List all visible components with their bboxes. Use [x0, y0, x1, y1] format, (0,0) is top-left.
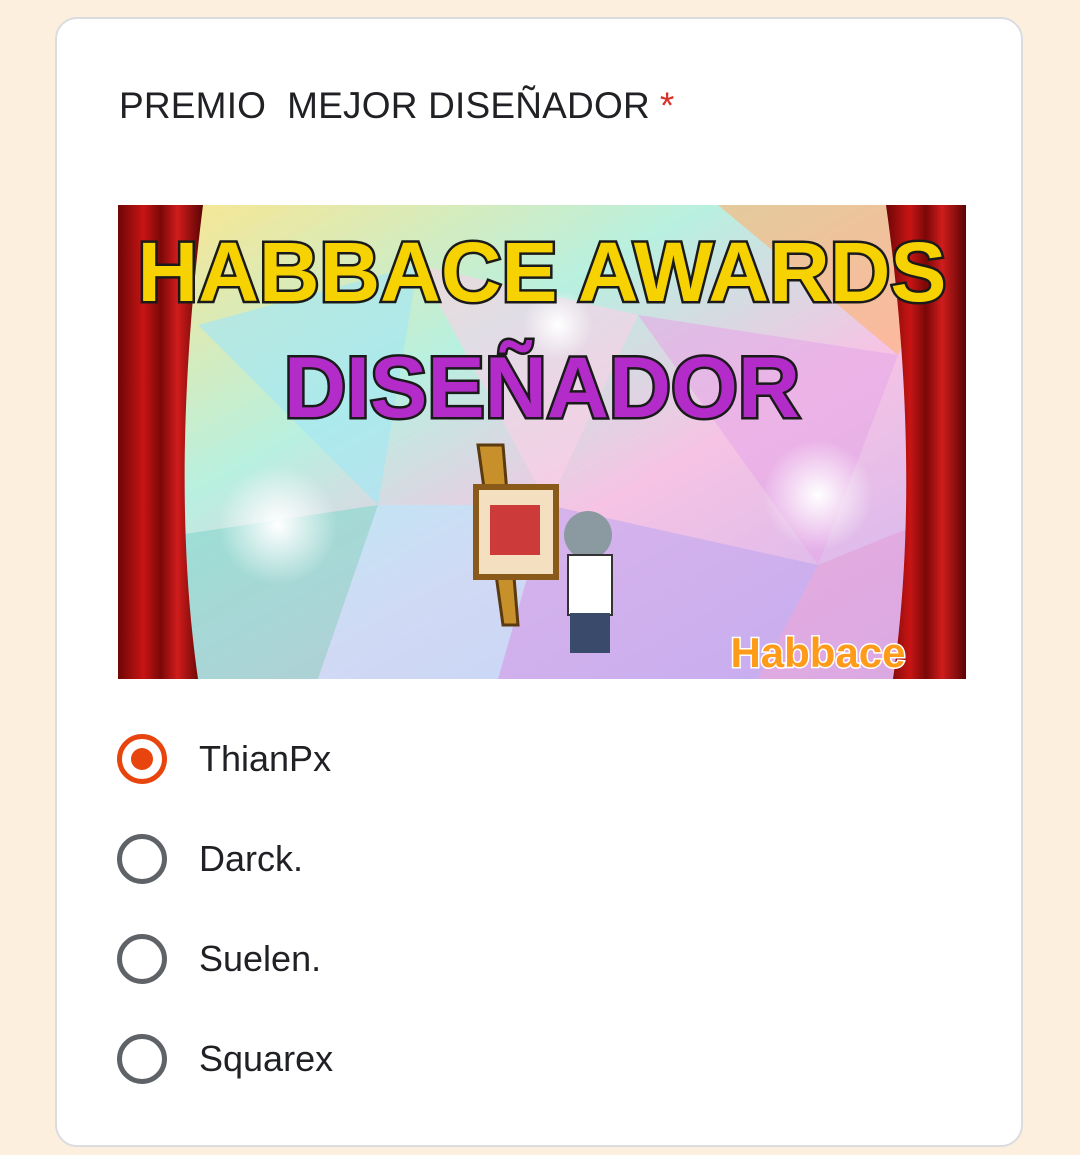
option-squarex[interactable]: Squarex	[117, 1009, 917, 1109]
radio-button[interactable]	[117, 934, 167, 984]
option-label: Darck.	[199, 838, 304, 879]
radio-dot	[131, 748, 153, 770]
option-suelen[interactable]: Suelen.	[117, 909, 917, 1009]
option-label: Suelen.	[199, 938, 322, 979]
question-title: PREMIO MEJOR DISEÑADOR *	[119, 85, 674, 127]
option-label: Squarex	[199, 1038, 334, 1079]
radio-button[interactable]	[117, 1034, 167, 1084]
banner-title-line1: HABBACE AWARDS	[138, 225, 947, 319]
radio-options: ThianPx Darck. Suelen. Squarex	[117, 709, 917, 1109]
banner-logo: Habbace	[730, 629, 905, 676]
option-darck[interactable]: Darck.	[117, 809, 917, 909]
option-thianpx[interactable]: ThianPx	[117, 709, 917, 809]
radio-button-selected[interactable]	[117, 734, 167, 784]
question-title-text: PREMIO MEJOR DISEÑADOR	[119, 85, 650, 126]
question-card: PREMIO MEJOR DISEÑADOR * HABBACE AWARDS …	[55, 17, 1023, 1147]
awards-banner-image: HABBACE AWARDS DISEÑADOR Habbace	[118, 205, 966, 679]
required-asterisk: *	[659, 85, 675, 126]
option-label: ThianPx	[199, 738, 332, 779]
radio-button[interactable]	[117, 834, 167, 884]
banner-title-line2: DISEÑADOR	[284, 340, 800, 436]
